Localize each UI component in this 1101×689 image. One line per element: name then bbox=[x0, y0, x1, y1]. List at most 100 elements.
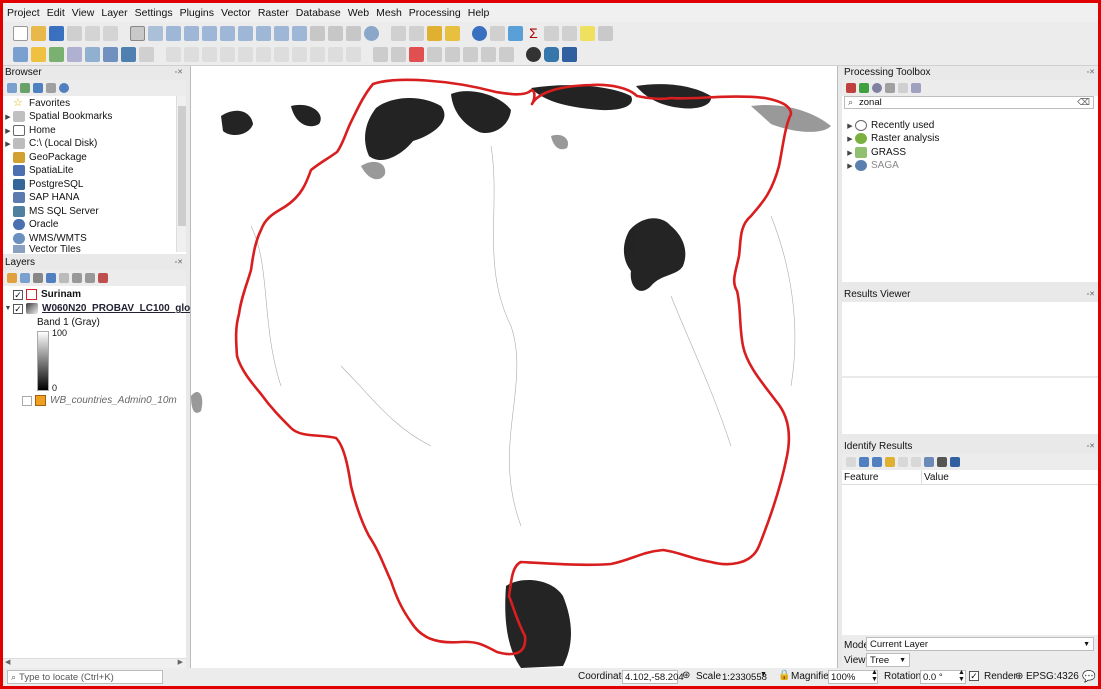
layer-visibility-checkbox[interactable]: ✓ bbox=[13, 289, 23, 300]
label-diagram-icon[interactable] bbox=[499, 47, 514, 62]
add-csv-icon[interactable] bbox=[139, 47, 154, 62]
identify-mode-icon[interactable] bbox=[924, 457, 934, 467]
menu-web[interactable]: Web bbox=[348, 7, 369, 19]
layer-wb-countries[interactable]: WB_countries_Admin0_10m bbox=[22, 394, 177, 408]
select-features-icon[interactable] bbox=[391, 25, 406, 41]
menu-project[interactable]: Project bbox=[7, 7, 40, 19]
python-icon[interactable] bbox=[544, 47, 559, 62]
data-source-manager-icon[interactable] bbox=[13, 47, 28, 62]
processing-item-recently-used[interactable]: ▶ Recently used bbox=[845, 119, 934, 133]
layer-visibility-checkbox[interactable] bbox=[22, 395, 32, 406]
coordinate-field[interactable]: 4.102,-58.204 bbox=[622, 670, 684, 684]
zoom-next-icon[interactable] bbox=[292, 25, 307, 41]
locator-input[interactable]: ⌕ Type to locate (Ctrl+K) bbox=[7, 670, 163, 684]
toggle-extents-icon[interactable]: ⊛ bbox=[682, 670, 690, 681]
print-response-icon[interactable] bbox=[911, 457, 921, 467]
options-icon[interactable] bbox=[911, 83, 921, 93]
render-checkbox[interactable]: ✓ bbox=[969, 671, 979, 681]
bookmark-new-icon[interactable] bbox=[310, 25, 325, 41]
label-rotate-icon[interactable] bbox=[445, 47, 460, 62]
menu-plugins[interactable]: Plugins bbox=[180, 7, 214, 19]
delete-feature-icon[interactable] bbox=[256, 47, 271, 62]
menu-settings[interactable]: Settings bbox=[135, 7, 173, 19]
help-icon[interactable] bbox=[950, 457, 960, 467]
paste-icon[interactable] bbox=[310, 47, 325, 62]
save-as-icon[interactable] bbox=[67, 25, 82, 41]
map-canvas[interactable] bbox=[190, 66, 838, 668]
refresh-icon[interactable] bbox=[20, 83, 30, 93]
pan-to-selection-icon[interactable] bbox=[148, 25, 163, 41]
refresh-icon[interactable] bbox=[364, 25, 379, 41]
copy-feature-icon[interactable] bbox=[898, 457, 908, 467]
layers-hscrollbar[interactable]: ◀ ▶ bbox=[3, 658, 186, 668]
browser-item-oracle[interactable]: Oracle bbox=[3, 218, 58, 232]
browser-item-wms[interactable]: WMS/WMTS bbox=[3, 232, 87, 246]
open-project-icon[interactable] bbox=[31, 25, 46, 41]
mode-select[interactable]: Current Layer ▼ bbox=[866, 637, 1094, 651]
move-feature-icon[interactable] bbox=[238, 47, 253, 62]
label-show-icon[interactable] bbox=[481, 47, 496, 62]
browser-item-home[interactable]: ▶ Home bbox=[3, 124, 56, 138]
crs-globe-icon[interactable]: ⊕ bbox=[1015, 671, 1023, 682]
copy-icon[interactable] bbox=[292, 47, 307, 62]
zoom-in-icon[interactable] bbox=[166, 25, 181, 41]
browser-item-vector-tiles[interactable]: Vector Tiles bbox=[3, 245, 81, 253]
processing-toolbox-icon[interactable] bbox=[508, 25, 523, 41]
spin-arrows-icon[interactable]: ▲ ▼ bbox=[871, 669, 878, 683]
label-move-icon[interactable] bbox=[427, 47, 442, 62]
map-tips-icon[interactable] bbox=[598, 25, 613, 41]
processing-search-input[interactable]: ⌕ zonal ⌫ bbox=[844, 96, 1094, 109]
history-icon[interactable] bbox=[872, 83, 882, 93]
menu-processing[interactable]: Processing bbox=[409, 7, 461, 19]
edit-features-icon[interactable] bbox=[898, 83, 908, 93]
add-mesh-icon[interactable] bbox=[85, 47, 100, 62]
browser-item-postgresql[interactable]: PostgreSQL bbox=[3, 178, 83, 192]
expand-icon[interactable] bbox=[846, 457, 856, 467]
temporal-icon[interactable] bbox=[346, 25, 361, 41]
processing-item-raster-analysis[interactable]: ▶ Raster analysis bbox=[845, 132, 939, 146]
add-feature-icon[interactable] bbox=[202, 47, 217, 62]
menu-database[interactable]: Database bbox=[296, 7, 341, 19]
zoom-full-icon[interactable] bbox=[202, 25, 217, 41]
clear-results-icon[interactable] bbox=[885, 457, 895, 467]
messages-icon[interactable]: 💬 bbox=[1082, 670, 1096, 683]
measure-icon[interactable] bbox=[544, 25, 559, 41]
new-project-icon[interactable] bbox=[13, 25, 28, 41]
browser-item-geopackage[interactable]: GeoPackage bbox=[3, 151, 87, 165]
vertex-tool-icon[interactable] bbox=[220, 47, 235, 62]
info-icon[interactable] bbox=[59, 83, 69, 93]
pan-icon[interactable] bbox=[130, 25, 145, 41]
print-layout-icon[interactable] bbox=[85, 25, 100, 41]
filter-legend-icon[interactable] bbox=[46, 273, 56, 283]
new-geopackage-icon[interactable] bbox=[31, 47, 46, 62]
layer-surinam[interactable]: ✓ Surinam bbox=[13, 288, 81, 302]
filter-expression-icon[interactable] bbox=[59, 273, 69, 283]
add-group-icon[interactable] bbox=[20, 273, 30, 283]
models-icon[interactable] bbox=[846, 83, 856, 93]
map-themes-icon[interactable] bbox=[33, 273, 43, 283]
menu-raster[interactable]: Raster bbox=[258, 7, 289, 19]
col-value[interactable]: Value bbox=[922, 470, 949, 484]
select-by-value-icon[interactable] bbox=[409, 25, 424, 41]
menu-help[interactable]: Help bbox=[468, 7, 490, 19]
identify-settings-icon[interactable] bbox=[937, 457, 947, 467]
help-book-icon[interactable] bbox=[562, 47, 577, 62]
plugin-icon[interactable] bbox=[526, 47, 541, 62]
spin-arrows-icon[interactable]: ▲ ▼ bbox=[958, 669, 965, 683]
browser-item-favorites[interactable]: ☆ Favorites bbox=[3, 97, 70, 111]
deselect-icon[interactable] bbox=[427, 25, 442, 41]
save-project-icon[interactable] bbox=[49, 25, 64, 41]
bookmarks-icon[interactable] bbox=[328, 25, 343, 41]
browser-item-mssql[interactable]: MS SQL Server bbox=[3, 205, 99, 219]
annotation-icon[interactable] bbox=[580, 25, 595, 41]
undo-icon[interactable] bbox=[328, 47, 343, 62]
results-icon[interactable] bbox=[885, 83, 895, 93]
browser-scrollbar[interactable] bbox=[176, 96, 186, 252]
redo-icon[interactable] bbox=[346, 47, 361, 62]
add-raster-icon[interactable] bbox=[67, 47, 82, 62]
filter-icon[interactable] bbox=[33, 83, 43, 93]
measure-line-icon[interactable] bbox=[562, 25, 577, 41]
col-feature[interactable]: Feature bbox=[842, 470, 922, 484]
zoom-native-icon[interactable] bbox=[256, 25, 271, 41]
browser-item-spatial-bookmarks[interactable]: ▶ Spatial Bookmarks bbox=[3, 110, 112, 124]
